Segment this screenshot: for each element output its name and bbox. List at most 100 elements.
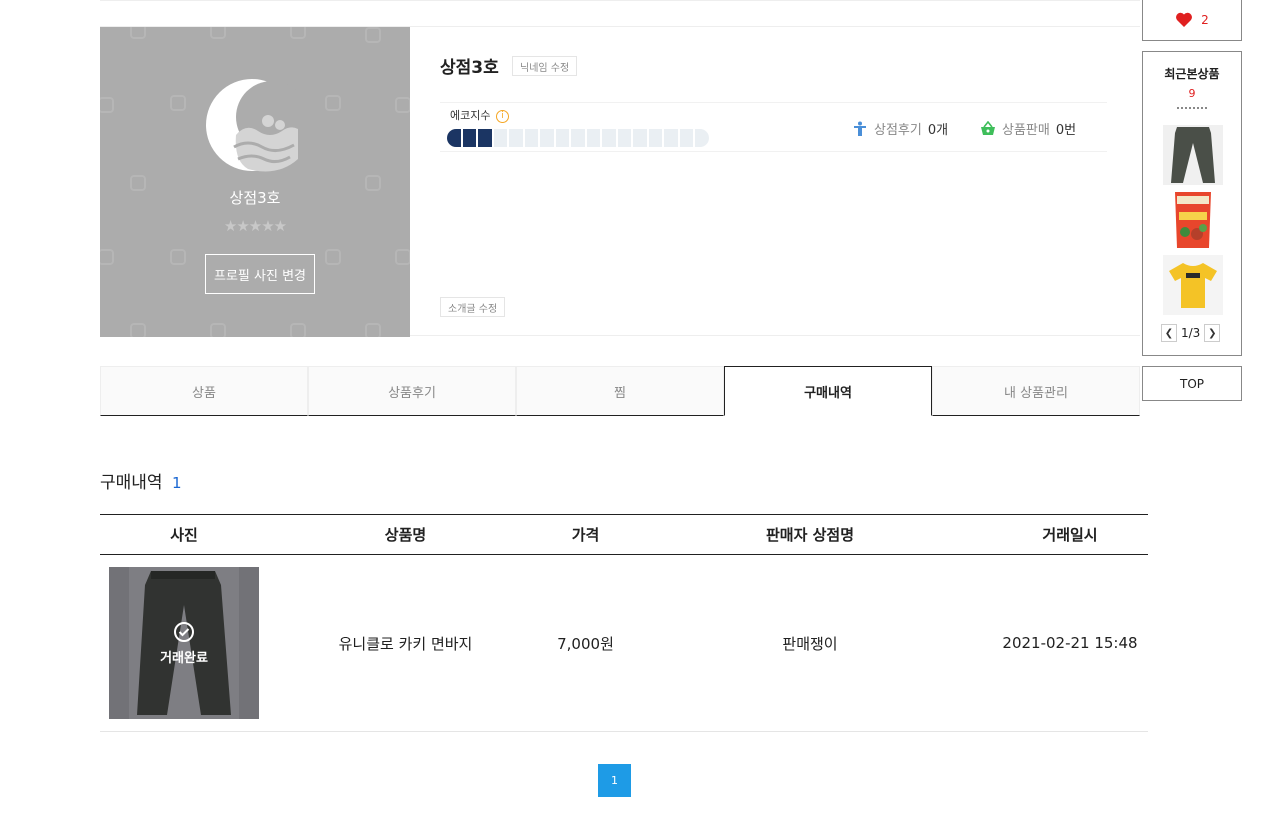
tab-wishlist[interactable]: 찜 bbox=[516, 366, 724, 416]
edit-intro-button[interactable]: 소개글 수정 bbox=[440, 297, 506, 317]
recent-products-count: 9 bbox=[1188, 87, 1196, 100]
prev-page-icon[interactable]: ❮ bbox=[1161, 324, 1177, 342]
purchase-table: 사진 상품명 가격 판매자 상점명 거래일시 거래완료 유니클로 카키 면바지 … bbox=[100, 514, 1148, 732]
table-row[interactable]: 거래완료 유니클로 카키 면바지 7,000원 판매쟁이 2021-02-21 … bbox=[100, 555, 1148, 732]
eco-score-segment bbox=[509, 129, 523, 147]
eco-score-segment bbox=[602, 129, 616, 147]
eco-score-segment bbox=[462, 129, 476, 147]
snack-bag-thumbnail-icon bbox=[1163, 190, 1223, 250]
tab-my-products[interactable]: 내 상품관리 bbox=[932, 366, 1140, 416]
wishlist-quick-box[interactable]: 2 bbox=[1142, 0, 1242, 41]
profile-card-name: 상점3호 bbox=[229, 189, 281, 207]
eco-score-bar bbox=[447, 129, 709, 147]
recent-item-snack[interactable] bbox=[1163, 190, 1223, 250]
recent-item-pants[interactable] bbox=[1163, 125, 1223, 185]
pattern-icon bbox=[100, 97, 114, 113]
person-icon bbox=[854, 121, 866, 136]
product-name-cell[interactable]: 유니클로 카키 면바지 bbox=[268, 555, 543, 731]
eco-score-segment bbox=[633, 129, 647, 147]
scroll-top-button[interactable]: TOP bbox=[1142, 366, 1242, 401]
check-circle-icon bbox=[174, 621, 194, 642]
top-divider bbox=[100, 0, 1140, 1]
dotted-divider bbox=[1177, 107, 1207, 109]
tab-product-reviews[interactable]: 상품후기 bbox=[308, 366, 516, 416]
shop-name: 상점3호 bbox=[440, 58, 499, 78]
profile-card: 상점3호 ★★★★★ 프로필 사진 변경 bbox=[100, 27, 410, 337]
column-photo: 사진 bbox=[170, 526, 198, 544]
recent-products-title: 최근본상품 bbox=[1164, 67, 1220, 81]
eco-score-segment bbox=[540, 129, 554, 147]
edit-nickname-button[interactable]: 닉네임 수정 bbox=[512, 56, 578, 76]
wishlist-count: 2 bbox=[1201, 12, 1209, 27]
eco-score-segment bbox=[555, 129, 569, 147]
eco-score-segment bbox=[478, 129, 492, 147]
table-header: 사진 상품명 가격 판매자 상점명 거래일시 bbox=[100, 514, 1148, 555]
pattern-icon bbox=[290, 323, 306, 337]
eco-score-segment bbox=[679, 129, 693, 147]
column-seller: 판매자 상점명 bbox=[765, 526, 855, 544]
photo-cell: 거래완료 bbox=[100, 555, 268, 731]
info-icon[interactable]: i bbox=[495, 109, 509, 123]
shop-logo-icon bbox=[206, 79, 302, 172]
tab-products[interactable]: 상품 bbox=[100, 366, 308, 416]
pattern-icon bbox=[210, 27, 226, 39]
seller-cell[interactable]: 판매쟁이 bbox=[628, 555, 992, 731]
trade-status-label: 거래완료 bbox=[160, 650, 208, 666]
recent-page-indicator: 1/3 bbox=[1181, 326, 1201, 340]
pattern-icon bbox=[290, 27, 306, 39]
product-thumbnail[interactable]: 거래완료 bbox=[109, 567, 259, 719]
product-sales-count: 0번 bbox=[1055, 123, 1077, 138]
change-photo-button[interactable]: 프로필 사진 변경 bbox=[205, 254, 315, 294]
eco-score-segment bbox=[447, 129, 461, 147]
eco-score-label-wrap: 에코지수 i bbox=[450, 107, 509, 123]
eco-score-segment bbox=[586, 129, 600, 147]
pattern-icon bbox=[395, 249, 410, 265]
trade-complete-overlay: 거래완료 bbox=[109, 567, 259, 719]
recent-products-box: 최근본상품 9 ❮ 1/3 ❯ bbox=[1142, 51, 1242, 356]
column-date: 거래일시 bbox=[1042, 526, 1098, 544]
eco-score-segment bbox=[524, 129, 538, 147]
product-sales-label: 상품판매 bbox=[1002, 123, 1050, 138]
price-cell: 7,000원 bbox=[557, 634, 614, 653]
eco-score-label: 에코지수 bbox=[450, 109, 491, 122]
shop-profile: 상점3호 ★★★★★ 프로필 사진 변경 상점3호 닉네임 수정 에코지수 i … bbox=[100, 26, 1140, 337]
basket-icon bbox=[981, 120, 995, 135]
eco-score-segment bbox=[493, 129, 507, 147]
column-price: 가격 bbox=[571, 526, 600, 544]
pattern-icon bbox=[210, 323, 226, 337]
pattern-icon bbox=[325, 95, 341, 111]
pattern-icon bbox=[395, 97, 410, 113]
recent-item-tshirt[interactable] bbox=[1163, 255, 1223, 315]
eco-score-segment bbox=[571, 129, 585, 147]
pattern-icon bbox=[130, 323, 146, 337]
pattern-icon bbox=[130, 27, 146, 39]
column-product-name: 상품명 bbox=[384, 526, 427, 544]
yellow-tshirt-thumbnail-icon bbox=[1163, 255, 1223, 315]
pattern-icon bbox=[325, 249, 341, 265]
eco-score-row: 에코지수 i 상점후기 0개 상품판매 0번 bbox=[440, 102, 1107, 152]
heart-icon bbox=[1176, 12, 1193, 27]
product-sales-stat[interactable]: 상품판매 0번 bbox=[980, 119, 1076, 138]
date-cell: 2021-02-21 15:48 bbox=[1002, 634, 1138, 652]
shop-info: 상점3호 닉네임 수정 에코지수 i 상점후기 0개 상품판매 0번 소개글 수… bbox=[440, 27, 1107, 337]
shop-review-count: 0개 bbox=[927, 123, 949, 138]
eco-score-segment bbox=[617, 129, 631, 147]
eco-score-segment bbox=[648, 129, 662, 147]
shop-tabs: 상품 상품후기 찜 구매내역 내 상품관리 bbox=[100, 366, 1140, 416]
pattern-icon bbox=[100, 249, 114, 265]
purchase-history-title: 구매내역 bbox=[100, 473, 163, 493]
page-button-1[interactable]: 1 bbox=[598, 764, 631, 797]
next-page-icon[interactable]: ❯ bbox=[1204, 324, 1221, 342]
recent-pager: ❮ 1/3 ❯ bbox=[1161, 324, 1221, 342]
pants-thumbnail-icon bbox=[1163, 125, 1223, 185]
tab-purchase-history[interactable]: 구매내역 bbox=[724, 366, 932, 416]
shop-review-stat[interactable]: 상점후기 0개 bbox=[852, 119, 948, 138]
purchase-history-heading: 구매내역 1 bbox=[100, 468, 182, 493]
eco-score-segment bbox=[695, 129, 709, 147]
eco-score-segment bbox=[664, 129, 678, 147]
rating-stars: ★★★★★ bbox=[223, 217, 287, 235]
pattern-icon bbox=[365, 27, 381, 43]
pattern-icon bbox=[170, 249, 186, 265]
purchase-history-count: 1 bbox=[171, 474, 182, 492]
shop-review-label: 상점후기 bbox=[874, 123, 922, 138]
